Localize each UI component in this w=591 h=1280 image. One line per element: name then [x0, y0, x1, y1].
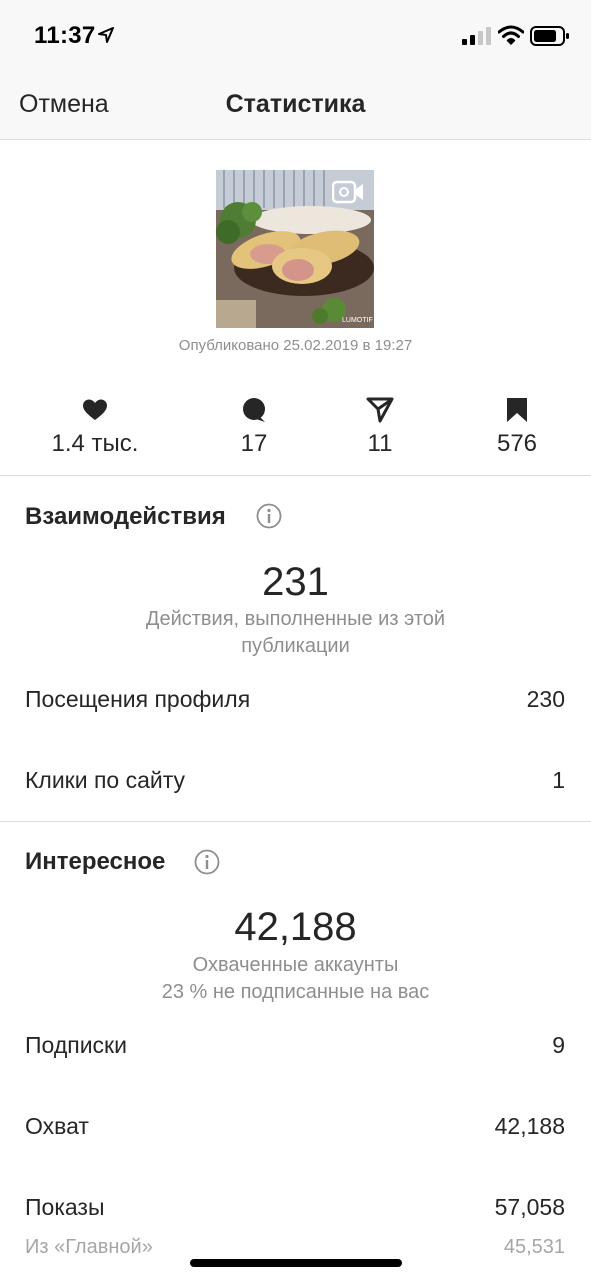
video-icon	[332, 180, 363, 204]
metric-shares: 11	[310, 396, 450, 458]
discovery-title: Интересное	[25, 848, 166, 875]
thumbnail-watermark: LUMOTIF	[342, 317, 373, 324]
discovery-description-2: 23 % не подписанные на вас	[161, 981, 430, 1003]
wifi-icon	[498, 25, 524, 45]
location-arrow-icon	[98, 27, 114, 43]
interactions-title: Взаимодействия	[25, 503, 226, 530]
bookmark-icon	[507, 398, 527, 422]
status-bar: 11:37	[0, 0, 591, 70]
row-label: Посещения профиля	[25, 686, 251, 712]
divider	[0, 821, 591, 822]
likes-count: 1.4 тыс.	[51, 430, 139, 457]
heart-icon	[83, 399, 107, 420]
row-label: Клики по сайту	[25, 767, 186, 793]
metric-comments: 17	[184, 396, 324, 458]
row-label: Подписки	[25, 1032, 127, 1058]
published-date: Опубликовано 25.02.2019 в 19:27	[178, 337, 413, 354]
row-value: 9	[552, 1032, 565, 1058]
cancel-button[interactable]: Отмена	[19, 90, 109, 119]
row-value: 57,058	[494, 1194, 565, 1220]
battery-icon	[530, 26, 569, 46]
interactions-description: Действия, выполненные из этой публикации	[145, 608, 446, 657]
metric-saves: 576	[447, 396, 587, 458]
row-label: Из «Главной»	[25, 1236, 153, 1258]
nav-bar: Отмена Статистика	[0, 70, 591, 140]
share-icon	[366, 397, 394, 423]
row-label: Охват	[25, 1113, 89, 1139]
row-value: 45,531	[503, 1236, 565, 1258]
info-icon[interactable]	[256, 503, 282, 529]
row-value: 42,188	[494, 1113, 565, 1139]
saves-count: 576	[496, 430, 538, 457]
info-icon[interactable]	[194, 849, 220, 875]
cellular-signal-icon	[462, 27, 491, 45]
home-indicator[interactable]	[190, 1259, 402, 1267]
metric-likes: 1.4 тыс.	[25, 396, 165, 458]
divider	[0, 475, 591, 476]
comments-count: 17	[240, 430, 268, 457]
row-value: 230	[526, 686, 565, 712]
status-time: 11:37	[34, 22, 96, 49]
discovery-description-1: Охваченные аккаунты	[192, 954, 399, 976]
interactions-total: 231	[262, 560, 329, 604]
row-label: Показы	[25, 1194, 105, 1220]
comment-icon	[243, 398, 265, 422]
row-value: 1	[552, 767, 565, 793]
shares-count: 11	[367, 430, 393, 457]
discovery-total: 42,188	[234, 905, 357, 949]
